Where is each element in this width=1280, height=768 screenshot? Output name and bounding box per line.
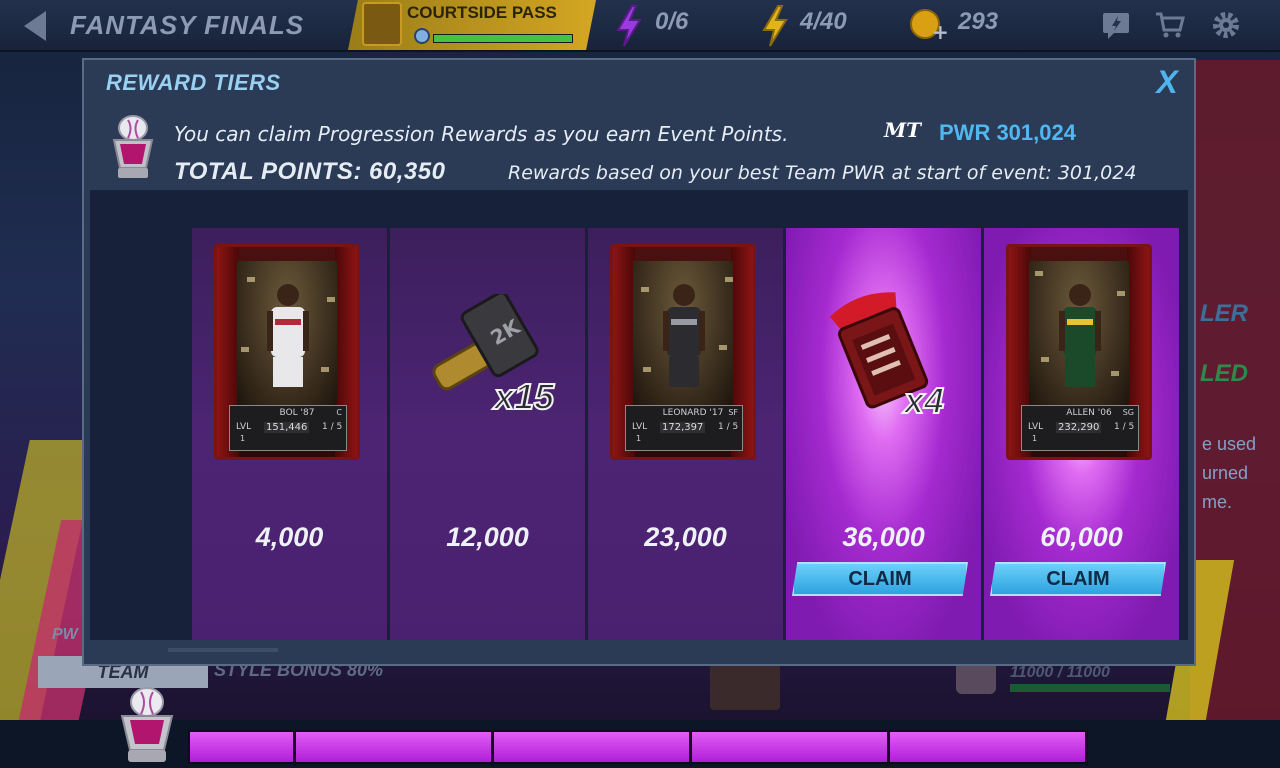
progress-fill — [190, 732, 1086, 762]
claim-button[interactable]: CLAIM — [990, 562, 1166, 596]
card-lvl-num: 1 — [240, 434, 246, 443]
progress-notch — [293, 730, 296, 766]
card-ovr: 232,290 — [1056, 422, 1102, 433]
yellow-bolt-icon — [762, 5, 788, 47]
bg-pw-label: PW — [52, 626, 78, 643]
trophy-icon — [112, 115, 154, 178]
tier-points: 12,000 — [446, 522, 529, 552]
back-button[interactable] — [18, 8, 52, 44]
bg-right-paragraph: e used urned me. — [1202, 430, 1256, 517]
card-lvl: LVL — [1028, 422, 1044, 432]
claim-button[interactable]: CLAIM — [792, 562, 968, 596]
reward-tier[interactable]: x4 36,000 CLAIM — [786, 228, 982, 640]
back-arrow-icon — [24, 11, 46, 41]
pass-progress-bar — [433, 34, 573, 43]
card-plate: BOL '87 C LVL 1 151,446 1 / 5 — [229, 405, 347, 451]
player-card: BOL '87 C LVL 1 151,446 1 / 5 — [214, 244, 360, 460]
reward-multiplier: x15 — [493, 375, 555, 418]
card-lvl: LVL — [632, 422, 648, 432]
total-points: TOTAL POINTS: 60,350 — [174, 158, 446, 185]
card-stars: 1 / 5 — [322, 422, 343, 432]
reward-multiplier: x4 — [903, 379, 945, 422]
tier-points: 4,000 — [255, 522, 324, 552]
card-stars: 1 / 5 — [1114, 422, 1135, 432]
player-card: ALLEN '06 SG LVL 1 232,290 1 / 5 — [1006, 244, 1152, 460]
card-ovr: 151,446 — [264, 422, 310, 433]
player-image — [267, 284, 309, 387]
bg-right-line: me. — [1202, 492, 1233, 512]
info-text: You can claim Progression Rewards as you… — [174, 122, 789, 146]
rewards-based-text: Rewards based on your best Team PWR at s… — [508, 162, 1137, 184]
event-title: FANTASY FINALS — [70, 10, 305, 40]
card-plate: LEONARD '17 SF LVL 1 172,397 1 / 5 — [625, 405, 743, 451]
tier-points: 60,000 — [1040, 522, 1123, 552]
bg-right-line: e used — [1202, 434, 1257, 454]
player-card: LEONARD '17 SF LVL 1 172,397 1 / 5 — [610, 244, 756, 460]
cart-icon[interactable] — [1154, 10, 1186, 40]
player-image — [663, 284, 705, 387]
card-position: C — [336, 408, 342, 417]
tier-points: 23,000 — [644, 522, 727, 552]
mt-logo: MT — [884, 118, 922, 142]
purple-energy-count: 0/6 — [655, 8, 689, 35]
card-stars: 1 / 5 — [718, 422, 739, 432]
reward-tier[interactable]: LEONARD '17 SF LVL 1 172,397 1 / 5 23,00… — [588, 228, 784, 640]
reward-tier[interactable]: BOL '87 C LVL 1 151,446 1 / 5 4,000 — [192, 228, 388, 640]
player-image — [1059, 284, 1101, 387]
card-position: SG — [1122, 408, 1134, 417]
card-lvl-num: 1 — [636, 434, 642, 443]
card-lvl-num: 1 — [1032, 434, 1038, 443]
card-name: ALLEN '06 — [1066, 408, 1112, 418]
card-plate: ALLEN '06 SG LVL 1 232,290 1 / 5 — [1021, 405, 1139, 451]
bg-score-text: 11000 / 11000 — [1010, 664, 1110, 681]
reward-tiers-modal: REWARD TIERS X You can claim Progression… — [82, 58, 1196, 766]
card-ovr: 172,397 — [660, 422, 706, 433]
news-icon[interactable] — [1100, 10, 1132, 40]
pass-label: COURTSIDE PASS — [407, 3, 557, 22]
close-button[interactable]: X — [1150, 64, 1184, 100]
yellow-energy-count: 4/40 — [800, 8, 847, 35]
tier-points: 36,000 — [842, 522, 925, 552]
progress-notch — [689, 730, 692, 766]
progress-notch — [887, 730, 890, 766]
top-bar: FANTASY FINALS COURTSIDE PASS 0/6 4/40 +… — [0, 0, 1280, 52]
bg-right-text: LED — [1200, 360, 1248, 387]
bg-right-line: urned — [1202, 463, 1249, 483]
bg-score-bar — [1010, 684, 1170, 692]
modal-title: REWARD TIERS — [106, 70, 281, 95]
pass-card-icon — [362, 2, 402, 46]
progress-trophy-icon — [120, 687, 174, 762]
reward-tier[interactable]: 2K x15 12,000 — [390, 228, 586, 640]
gear-icon[interactable] — [1210, 10, 1242, 40]
card-name: LEONARD '17 — [662, 408, 724, 418]
pass-badge-icon — [414, 28, 430, 44]
card-name: BOL '87 — [279, 408, 315, 418]
coin-count: 293 — [958, 8, 999, 35]
tiers-scroll-area[interactable]: BOL '87 C LVL 1 151,446 1 / 5 4,000 2K x… — [90, 190, 1188, 766]
reward-tier[interactable]: ALLEN '06 SG LVL 1 232,290 1 / 5 60,000 … — [984, 228, 1180, 640]
progress-bar — [188, 730, 1088, 766]
progress-notch — [1085, 730, 1088, 766]
bg-right-text: LER — [1200, 300, 1248, 327]
scrollbar[interactable] — [168, 648, 278, 652]
bg-card-thumbnail — [710, 660, 780, 710]
add-coins-icon[interactable]: + — [932, 20, 949, 44]
progress-notch — [491, 730, 494, 766]
card-position: SF — [728, 408, 738, 417]
card-lvl: LVL — [236, 422, 252, 432]
team-pwr: PWR 301,024 — [939, 120, 1076, 145]
purple-bolt-icon — [616, 5, 642, 47]
